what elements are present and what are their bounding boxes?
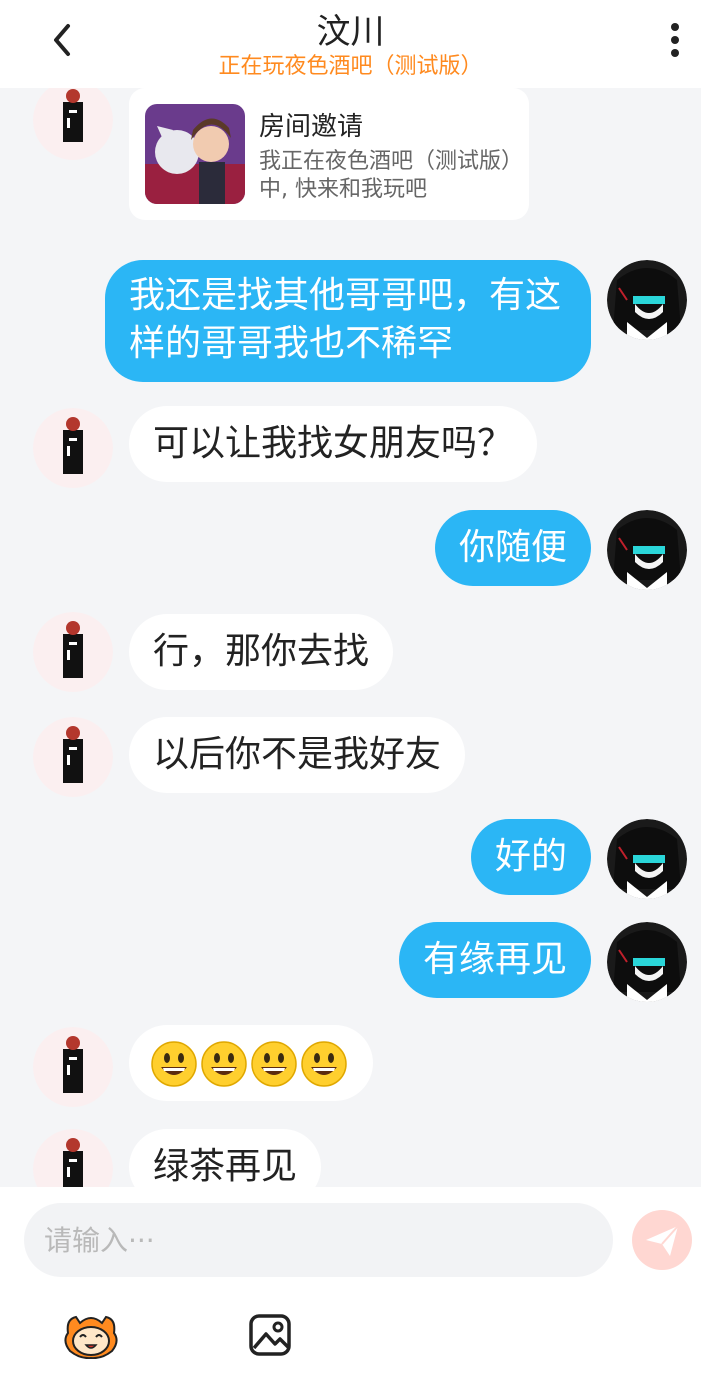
outgoing-message-bubble[interactable]: 你随便 — [434, 510, 591, 586]
invite-description: 我正在夜色酒吧（测试版）中, 快来和我玩吧 — [259, 149, 513, 202]
message-list[interactable]: 房间邀请 我正在夜色酒吧（测试版）中, 快来和我玩吧 我还是找其他哥哥吧，有这样… — [0, 88, 701, 1188]
game-cover-image — [145, 104, 245, 204]
message-input[interactable] — [24, 1203, 613, 1277]
grinning-face-emoji — [201, 1041, 247, 1087]
incoming-message-bubble[interactable]: 绿茶再见 — [129, 1129, 322, 1188]
image-picker-button[interactable] — [245, 1310, 295, 1360]
contact-name: 汶川 — [316, 12, 385, 52]
outgoing-message-bubble[interactable]: 好的 — [470, 819, 591, 895]
more-vertical-icon — [671, 23, 679, 57]
grinning-face-emoji — [151, 1041, 197, 1087]
outgoing-message-bubble[interactable]: 我还是找其他哥哥吧，有这样的哥哥我也不稀罕 — [105, 260, 591, 382]
chat-header: 汶川 正在玩夜色酒吧（测试版） — [0, 0, 701, 88]
contact-avatar[interactable] — [33, 717, 113, 797]
message-composer — [0, 1187, 701, 1395]
sticker-button[interactable] — [62, 1311, 120, 1360]
incoming-message-bubble[interactable]: 以后你不是我好友 — [129, 717, 466, 793]
sticker-icon — [64, 1315, 118, 1360]
my-avatar[interactable] — [607, 510, 687, 590]
contact-avatar[interactable] — [33, 1027, 113, 1107]
send-icon — [646, 1225, 679, 1256]
contact-avatar[interactable] — [33, 88, 113, 160]
my-avatar[interactable] — [607, 922, 687, 1002]
incoming-message-bubble[interactable]: 可以让我找女朋友吗？ — [129, 406, 538, 482]
send-button[interactable] — [632, 1210, 692, 1270]
contact-status: 正在玩夜色酒吧（测试版） — [218, 54, 483, 79]
outgoing-message-bubble[interactable]: 有缘再见 — [398, 922, 591, 998]
grinning-face-emoji — [301, 1041, 347, 1087]
incoming-message-bubble[interactable]: 行，那你去找 — [129, 614, 394, 690]
grinning-face-emoji — [251, 1041, 297, 1087]
my-avatar[interactable] — [607, 819, 687, 899]
my-avatar[interactable] — [607, 260, 687, 340]
more-options-button[interactable] — [663, 18, 687, 62]
image-icon — [249, 1314, 291, 1356]
room-invite-card[interactable]: 房间邀请 我正在夜色酒吧（测试版）中, 快来和我玩吧 — [129, 88, 529, 220]
contact-avatar[interactable] — [33, 408, 113, 488]
incoming-emoji-bubble[interactable] — [129, 1025, 373, 1101]
invite-title: 房间邀请 — [259, 112, 364, 142]
contact-avatar[interactable] — [33, 612, 113, 692]
contact-avatar[interactable] — [33, 1129, 113, 1188]
